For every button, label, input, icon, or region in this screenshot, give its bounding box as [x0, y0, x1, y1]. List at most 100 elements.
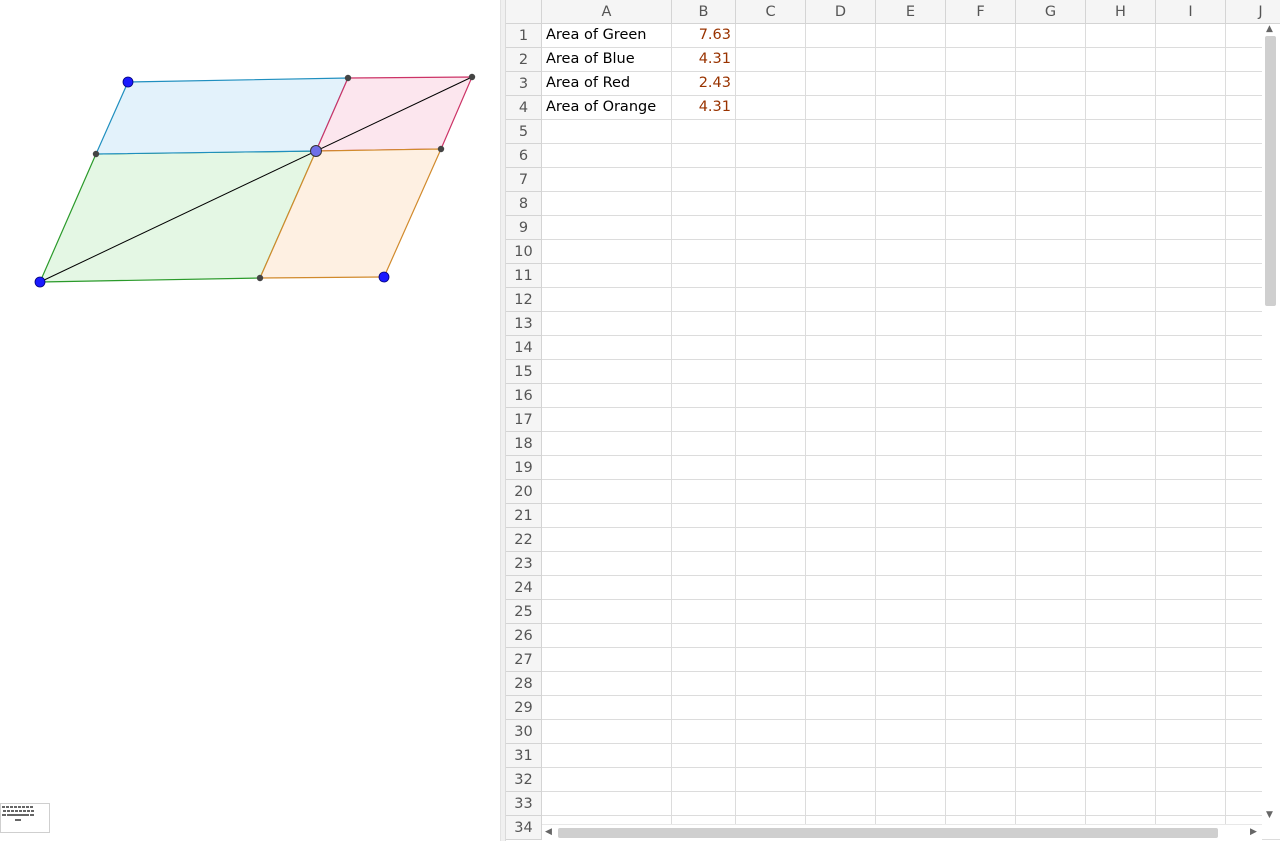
cell-f11[interactable] — [946, 264, 1016, 288]
cell-i1[interactable] — [1156, 24, 1226, 48]
cell-g2[interactable] — [1016, 48, 1086, 72]
scroll-up-arrow-icon[interactable]: ▲ — [1266, 24, 1273, 34]
row-header-33[interactable]: 33 — [506, 792, 542, 816]
cell-a18[interactable] — [542, 432, 672, 456]
cell-h9[interactable] — [1086, 216, 1156, 240]
column-header-h[interactable]: H — [1086, 0, 1156, 24]
cell-f21[interactable] — [946, 504, 1016, 528]
cell-e13[interactable] — [876, 312, 946, 336]
cell-h6[interactable] — [1086, 144, 1156, 168]
cell-g8[interactable] — [1016, 192, 1086, 216]
cell-i15[interactable] — [1156, 360, 1226, 384]
cell-h13[interactable] — [1086, 312, 1156, 336]
cell-a26[interactable] — [542, 624, 672, 648]
cell-e7[interactable] — [876, 168, 946, 192]
cell-e6[interactable] — [876, 144, 946, 168]
cell-h14[interactable] — [1086, 336, 1156, 360]
cell-e15[interactable] — [876, 360, 946, 384]
cell-e8[interactable] — [876, 192, 946, 216]
cell-e32[interactable] — [876, 768, 946, 792]
cell-h12[interactable] — [1086, 288, 1156, 312]
cell-e26[interactable] — [876, 624, 946, 648]
cell-h3[interactable] — [1086, 72, 1156, 96]
cell-c24[interactable] — [736, 576, 806, 600]
cell-h23[interactable] — [1086, 552, 1156, 576]
cell-b18[interactable] — [672, 432, 736, 456]
cell-h29[interactable] — [1086, 696, 1156, 720]
point-top-left[interactable] — [122, 76, 134, 88]
cell-i29[interactable] — [1156, 696, 1226, 720]
cell-c2[interactable] — [736, 48, 806, 72]
row-header-2[interactable]: 2 — [506, 48, 542, 72]
cell-b14[interactable] — [672, 336, 736, 360]
cell-b28[interactable] — [672, 672, 736, 696]
cell-a15[interactable] — [542, 360, 672, 384]
cell-f31[interactable] — [946, 744, 1016, 768]
column-header-i[interactable]: I — [1156, 0, 1226, 24]
row-header-8[interactable]: 8 — [506, 192, 542, 216]
point-left-mid[interactable] — [92, 150, 100, 158]
point-bottom-left[interactable] — [34, 276, 46, 288]
cell-a17[interactable] — [542, 408, 672, 432]
cell-c9[interactable] — [736, 216, 806, 240]
cell-h33[interactable] — [1086, 792, 1156, 816]
cell-c12[interactable] — [736, 288, 806, 312]
row-header-20[interactable]: 20 — [506, 480, 542, 504]
cell-f19[interactable] — [946, 456, 1016, 480]
cell-f25[interactable] — [946, 600, 1016, 624]
row-header-14[interactable]: 14 — [506, 336, 542, 360]
spreadsheet-view[interactable]: ABCDEFGHIJ 1 2 3 4 5 6 7 8 9 10 11 12 13 14 15 16 17 18 19… — [506, 0, 1280, 841]
cell-e24[interactable] — [876, 576, 946, 600]
cell-b16[interactable] — [672, 384, 736, 408]
cell-c32[interactable] — [736, 768, 806, 792]
cell-i19[interactable] — [1156, 456, 1226, 480]
row-header-11[interactable]: 11 — [506, 264, 542, 288]
cell-c13[interactable] — [736, 312, 806, 336]
cell-d29[interactable] — [806, 696, 876, 720]
cell-h21[interactable] — [1086, 504, 1156, 528]
row-header-16[interactable]: 16 — [506, 384, 542, 408]
cell-e9[interactable] — [876, 216, 946, 240]
cell-i5[interactable] — [1156, 120, 1226, 144]
cell-g32[interactable] — [1016, 768, 1086, 792]
cell-f32[interactable] — [946, 768, 1016, 792]
column-header-d[interactable]: D — [806, 0, 876, 24]
cell-d31[interactable] — [806, 744, 876, 768]
cell-i20[interactable] — [1156, 480, 1226, 504]
cell-i2[interactable] — [1156, 48, 1226, 72]
cell-d33[interactable] — [806, 792, 876, 816]
cell-f5[interactable] — [946, 120, 1016, 144]
row-header-12[interactable]: 12 — [506, 288, 542, 312]
cell-h30[interactable] — [1086, 720, 1156, 744]
cell-f23[interactable] — [946, 552, 1016, 576]
cell-c15[interactable] — [736, 360, 806, 384]
point-top-right[interactable] — [468, 73, 476, 81]
cell-e5[interactable] — [876, 120, 946, 144]
cell-c23[interactable] — [736, 552, 806, 576]
cell-g11[interactable] — [1016, 264, 1086, 288]
cell-e19[interactable] — [876, 456, 946, 480]
cell-c30[interactable] — [736, 720, 806, 744]
cell-e11[interactable] — [876, 264, 946, 288]
cell-g33[interactable] — [1016, 792, 1086, 816]
cell-b31[interactable] — [672, 744, 736, 768]
cell-h18[interactable] — [1086, 432, 1156, 456]
cell-g17[interactable] — [1016, 408, 1086, 432]
cell-c6[interactable] — [736, 144, 806, 168]
cell-d16[interactable] — [806, 384, 876, 408]
cell-f10[interactable] — [946, 240, 1016, 264]
cell-f3[interactable] — [946, 72, 1016, 96]
cell-e22[interactable] — [876, 528, 946, 552]
cell-g25[interactable] — [1016, 600, 1086, 624]
cell-i8[interactable] — [1156, 192, 1226, 216]
cell-h15[interactable] — [1086, 360, 1156, 384]
cell-b24[interactable] — [672, 576, 736, 600]
cell-d4[interactable] — [806, 96, 876, 120]
cell-e31[interactable] — [876, 744, 946, 768]
cell-c4[interactable] — [736, 96, 806, 120]
cell-a24[interactable] — [542, 576, 672, 600]
cell-f27[interactable] — [946, 648, 1016, 672]
cell-f29[interactable] — [946, 696, 1016, 720]
cell-g14[interactable] — [1016, 336, 1086, 360]
graphics-view[interactable] — [0, 0, 500, 841]
